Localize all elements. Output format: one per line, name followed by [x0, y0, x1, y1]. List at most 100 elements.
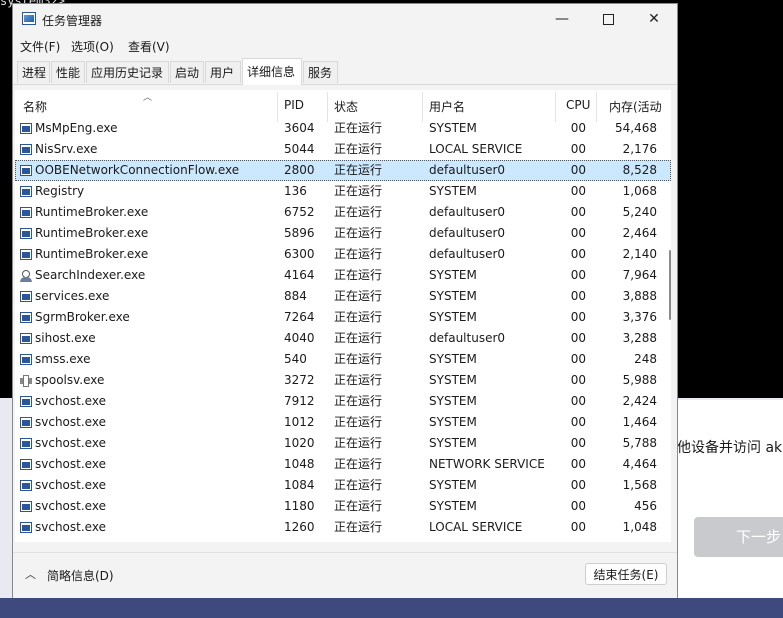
- process-user: SYSTEM: [429, 373, 477, 387]
- table-row[interactable]: svchost.exe 1048 正在运行 NETWORK SERVICE 00 4,46…: [15, 454, 671, 475]
- details-table: ︿ 名称 PID 状态 用户名 CPU 内存(活动 MsMpEng.exe 360…: [15, 90, 671, 542]
- process-icon: [20, 480, 32, 491]
- chevron-up-icon[interactable]: ︿: [25, 566, 36, 582]
- menu-options[interactable]: 选项(O): [71, 38, 114, 55]
- column-header-status[interactable]: 状态: [334, 98, 358, 115]
- tab-services[interactable]: 服务: [303, 61, 338, 83]
- menu-view[interactable]: 查看(V): [128, 38, 170, 55]
- table-row[interactable]: RuntimeBroker.exe 5896 正在运行 defaultuser0 00 2…: [15, 223, 671, 244]
- process-status: 正在运行: [334, 499, 383, 513]
- close-button[interactable]: ✕: [631, 4, 677, 34]
- process-memory: 1,048: [622, 520, 657, 534]
- tab-startup[interactable]: 启动: [170, 61, 204, 83]
- column-header-memory[interactable]: 内存(活动: [609, 98, 662, 115]
- process-status: 正在运行: [334, 352, 383, 366]
- tab-bar: 进程 性能 应用历史记录 启动 用户 详细信息 服务: [13, 58, 677, 85]
- process-memory: 8,528: [622, 163, 657, 177]
- sort-arrow-icon: ︿: [143, 93, 153, 103]
- table-row[interactable]: NisSrv.exe 5044 正在运行 LOCAL SERVICE 00 2,176: [15, 139, 671, 160]
- process-user: SYSTEM: [429, 478, 477, 492]
- tab-details[interactable]: 详细信息: [242, 58, 302, 85]
- process-status: 正在运行: [334, 163, 383, 177]
- process-status: 正在运行: [334, 247, 383, 261]
- process-memory: 1,464: [622, 415, 657, 429]
- tab-performance[interactable]: 性能: [51, 61, 85, 83]
- table-row[interactable]: smss.exe 540 正在运行 SYSTEM 00 248: [15, 349, 671, 370]
- tab-processes[interactable]: 进程: [17, 61, 50, 83]
- process-status: 正在运行: [334, 226, 383, 240]
- window-title: 任务管理器: [42, 14, 103, 28]
- process-memory: 5,240: [622, 205, 657, 219]
- process-name: svchost.exe: [35, 436, 106, 450]
- table-body: MsMpEng.exe 3604 正在运行 SYSTEM 00 54,468 NisSrv.…: [15, 118, 671, 538]
- process-memory: 456: [634, 499, 657, 513]
- fewer-details-link[interactable]: 简略信息(D): [47, 567, 114, 584]
- table-row[interactable]: svchost.exe 7912 正在运行 SYSTEM 00 2,424: [15, 391, 671, 412]
- table-row[interactable]: sihost.exe 4040 正在运行 defaultuser0 00 3,288: [15, 328, 671, 349]
- process-status: 正在运行: [334, 205, 383, 219]
- process-pid: 136: [284, 184, 307, 198]
- process-status: 正在运行: [334, 142, 383, 156]
- process-cpu: 00: [570, 121, 586, 135]
- process-name: RuntimeBroker.exe: [35, 247, 149, 261]
- process-user: defaultuser0: [429, 331, 506, 345]
- process-user: SYSTEM: [429, 121, 477, 135]
- process-status: 正在运行: [334, 331, 383, 345]
- column-header-name[interactable]: 名称: [23, 98, 47, 115]
- process-icon: [20, 354, 32, 365]
- process-user: SYSTEM: [429, 268, 477, 282]
- table-row[interactable]: svchost.exe 1180 正在运行 SYSTEM 00 456: [15, 496, 671, 517]
- table-row[interactable]: svchost.exe 1012 正在运行 SYSTEM 00 1,464: [15, 412, 671, 433]
- table-row[interactable]: SgrmBroker.exe 7264 正在运行 SYSTEM 00 3,376: [15, 307, 671, 328]
- process-status: 正在运行: [334, 310, 383, 324]
- task-manager-icon: [22, 12, 36, 25]
- process-pid: 1012: [284, 415, 315, 429]
- process-name: SgrmBroker.exe: [35, 310, 130, 324]
- process-status: 正在运行: [334, 436, 383, 450]
- process-memory: 1,068: [622, 184, 657, 198]
- process-memory: 2,140: [622, 247, 657, 261]
- process-icon: [20, 165, 32, 176]
- table-row[interactable]: svchost.exe 1084 正在运行 SYSTEM 00 1,568: [15, 475, 671, 496]
- table-row[interactable]: OOBENetworkConnectionFlow.exe 2800 正在运行 def…: [15, 160, 671, 181]
- process-icon: [20, 438, 32, 449]
- setup-card: [676, 400, 783, 598]
- next-button[interactable]: 下一步: [694, 517, 783, 557]
- table-row[interactable]: Registry 136 正在运行 SYSTEM 00 1,068: [15, 181, 671, 202]
- table-row[interactable]: SearchIndexer.exe 4164 正在运行 SYSTEM 00 7,964: [15, 265, 671, 286]
- setup-card-text: 他设备并访问 ak: [677, 440, 783, 456]
- minimize-button[interactable]: —: [539, 4, 585, 34]
- footer-bar: ︿ 简略信息(D) 结束任务(E): [13, 552, 677, 598]
- process-memory: 3,376: [622, 310, 657, 324]
- column-header-user[interactable]: 用户名: [429, 98, 465, 115]
- process-user: LOCAL SERVICE: [429, 520, 523, 534]
- table-row[interactable]: services.exe 884 正在运行 SYSTEM 00 3,888: [15, 286, 671, 307]
- table-row[interactable]: svchost.exe 1260 正在运行 LOCAL SERVICE 00 1,048: [15, 517, 671, 538]
- table-row[interactable]: MsMpEng.exe 3604 正在运行 SYSTEM 00 54,468: [15, 118, 671, 139]
- process-name: sihost.exe: [35, 331, 96, 345]
- process-cpu: 00: [570, 373, 586, 387]
- process-cpu: 00: [570, 415, 586, 429]
- process-pid: 3272: [284, 373, 315, 387]
- process-user: NETWORK SERVICE: [429, 457, 545, 471]
- taskbar-strip: [0, 598, 783, 618]
- tab-users[interactable]: 用户: [205, 61, 241, 83]
- process-memory: 7,964: [622, 268, 657, 282]
- menu-file[interactable]: 文件(F): [20, 38, 60, 55]
- column-header-cpu[interactable]: CPU: [566, 98, 590, 112]
- end-task-button[interactable]: 结束任务(E): [585, 563, 667, 585]
- table-row[interactable]: spoolsv.exe 3272 正在运行 SYSTEM 00 5,988: [15, 370, 671, 391]
- process-name: svchost.exe: [35, 520, 106, 534]
- vertical-scrollbar[interactable]: [669, 250, 671, 320]
- process-status: 正在运行: [334, 121, 383, 135]
- tab-app-history[interactable]: 应用历史记录: [86, 61, 169, 83]
- process-memory: 2,464: [622, 226, 657, 240]
- process-cpu: 00: [570, 184, 586, 198]
- process-cpu: 00: [570, 289, 586, 303]
- column-header-pid[interactable]: PID: [284, 98, 304, 112]
- table-row[interactable]: RuntimeBroker.exe 6300 正在运行 defaultuser0 00 2…: [15, 244, 671, 265]
- table-row[interactable]: RuntimeBroker.exe 6752 正在运行 defaultuser0 00 5…: [15, 202, 671, 223]
- title-bar[interactable]: 任务管理器 — ✕: [13, 4, 677, 34]
- table-row[interactable]: svchost.exe 1020 正在运行 SYSTEM 00 5,788: [15, 433, 671, 454]
- maximize-button[interactable]: [585, 4, 631, 34]
